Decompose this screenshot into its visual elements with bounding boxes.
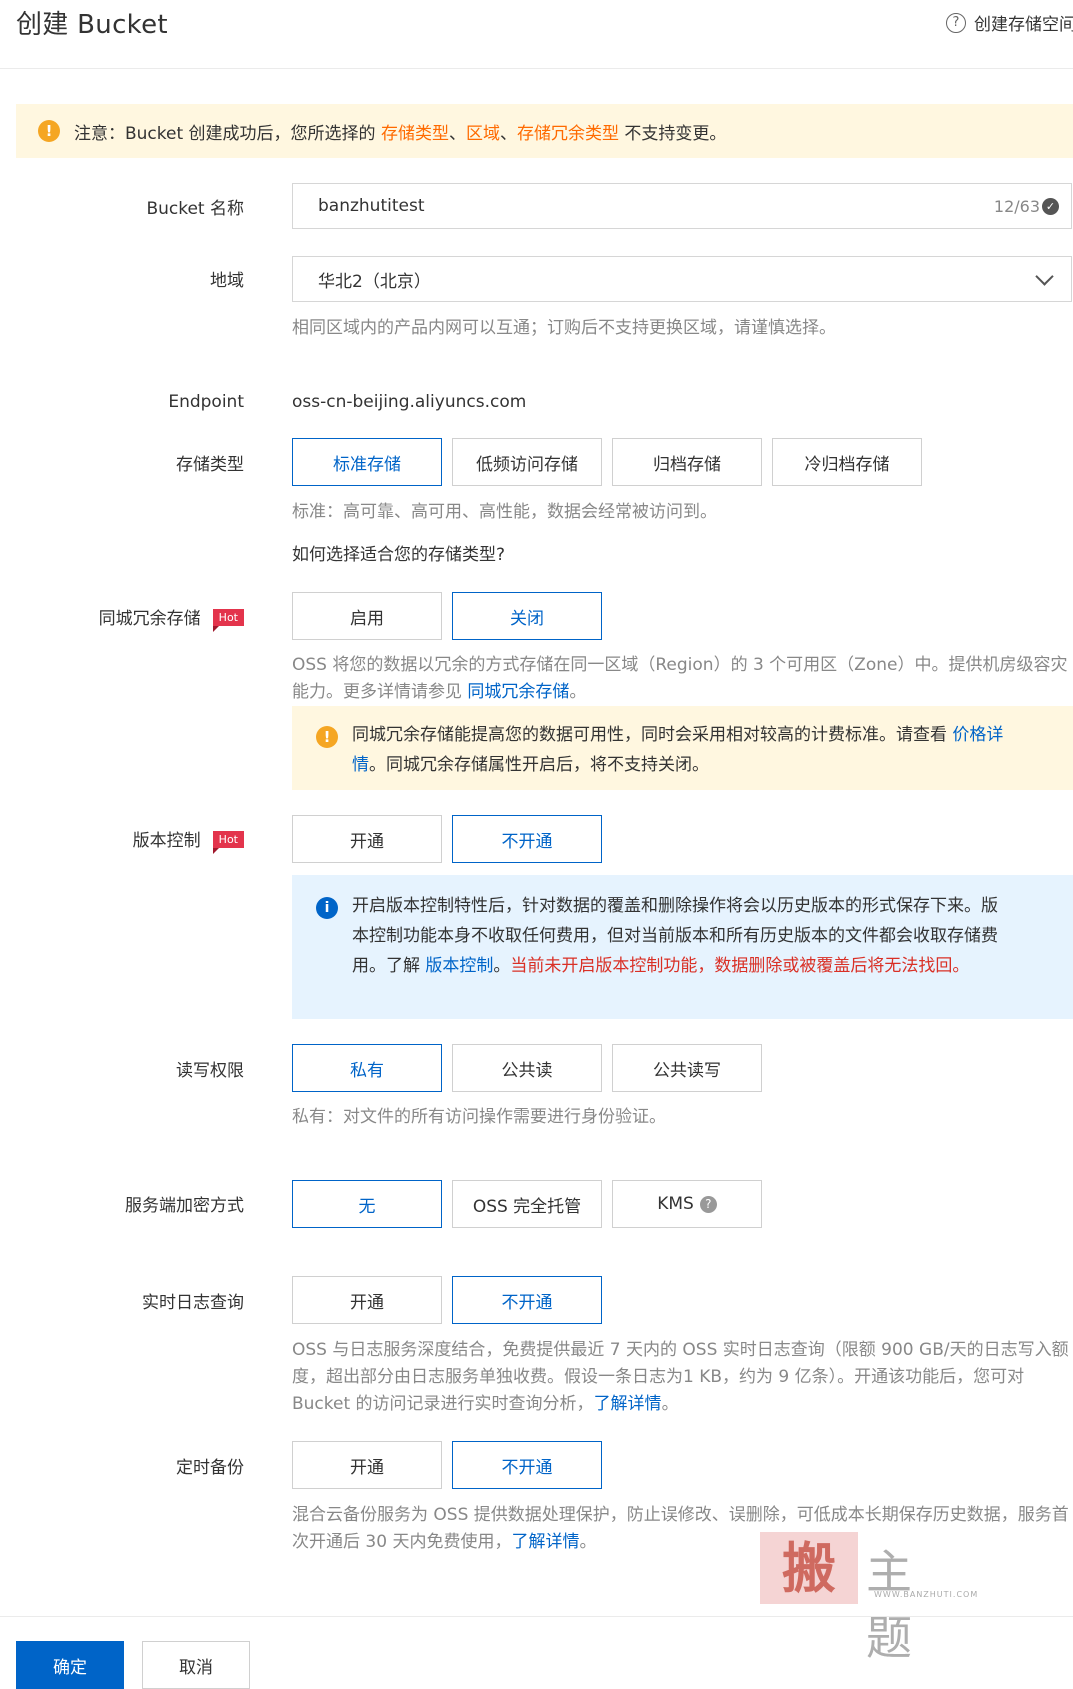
- notice-highlight-storage-class: 存储类型: [380, 123, 449, 144]
- endpoint-value: oss-cn-beijing.aliyuncs.com: [292, 392, 527, 412]
- backup-enable[interactable]: 开通: [292, 1441, 442, 1489]
- watermark-seal: 搬: [760, 1532, 858, 1604]
- backup-options: 开通 不开通: [292, 1441, 612, 1489]
- notice-banner: ! 注意：Bucket 创建成功后，您所选择的 存储类型、区域、存储冗余类型 不…: [16, 104, 1073, 158]
- page-title: 创建 Bucket: [16, 10, 168, 40]
- backup-disable[interactable]: 不开通: [452, 1441, 602, 1489]
- versioning-label: 版本控制 Hot: [16, 826, 244, 854]
- realtime-log-hint: OSS 与日志服务深度结合，免费提供最近 7 天内的 OSS 实时日志查询（限额…: [292, 1340, 1069, 1414]
- region-value: 华北2（北京）: [318, 271, 431, 292]
- storage-class-standard[interactable]: 标准存储: [292, 438, 442, 486]
- encryption-label: 服务端加密方式: [125, 1196, 244, 1216]
- confirm-button[interactable]: 确定: [16, 1641, 124, 1689]
- watermark-logo: 搬 主题 WWW.BANZHUTI.COM: [760, 1532, 990, 1665]
- realtime-log-label: 实时日志查询: [142, 1293, 244, 1313]
- region-label: 地域: [210, 271, 244, 291]
- acl-private[interactable]: 私有: [292, 1044, 442, 1092]
- help-label: 创建存储空间: [974, 15, 1073, 35]
- versioning-doc-link[interactable]: 版本控制: [425, 956, 493, 976]
- realtime-log-enable[interactable]: 开通: [292, 1276, 442, 1324]
- zrs-options: 启用 关闭: [292, 592, 612, 640]
- zrs-disable[interactable]: 关闭: [452, 592, 602, 640]
- bucket-name-count: 12/63: [993, 196, 1040, 216]
- zrs-doc-link[interactable]: 同城冗余存储: [467, 682, 569, 702]
- notice-highlight-redundancy: 存储冗余类型: [516, 123, 619, 144]
- encryption-kms[interactable]: KMS?: [612, 1180, 762, 1228]
- warning-icon: !: [38, 120, 60, 142]
- chevron-down-icon: [1035, 266, 1054, 286]
- realtime-log-doc-link[interactable]: 了解详情: [594, 1394, 662, 1414]
- bucket-name-value: banzhutitest: [318, 196, 425, 216]
- cancel-button[interactable]: 取消: [142, 1641, 250, 1689]
- region-select[interactable]: 华北2（北京）: [292, 256, 1072, 302]
- storage-class-hint: 标准：高可靠、高可用、高性能，数据会经常被访问到。: [292, 502, 717, 522]
- zrs-label: 同城冗余存储 Hot: [16, 604, 244, 632]
- footer-divider: [0, 1616, 1073, 1617]
- storage-class-options: 标准存储 低频访问存储 归档存储 冷归档存储: [292, 438, 932, 486]
- question-icon[interactable]: ?: [699, 1195, 717, 1213]
- versioning-enable[interactable]: 开通: [292, 815, 442, 863]
- warning-icon: !: [316, 726, 338, 748]
- versioning-options: 开通 不开通: [292, 815, 612, 863]
- storage-class-archive[interactable]: 归档存储: [612, 438, 762, 486]
- encryption-oss-managed[interactable]: OSS 完全托管: [452, 1180, 602, 1228]
- acl-options: 私有 公共读 公共读写: [292, 1044, 772, 1092]
- page-header: 创建 Bucket ? 创建存储空间: [0, 0, 1073, 69]
- versioning-warning-text: 当前未开启版本控制功能，数据删除或被覆盖后将无法找回。: [510, 956, 970, 976]
- help-link[interactable]: ? 创建存储空间: [946, 10, 1073, 35]
- acl-public-read[interactable]: 公共读: [452, 1044, 602, 1092]
- realtime-log-disable[interactable]: 不开通: [452, 1276, 602, 1324]
- notice-highlight-region: 区域: [465, 123, 500, 144]
- endpoint-label: Endpoint: [168, 392, 244, 412]
- bucket-name-input[interactable]: banzhutitest 12/63 ✓: [292, 183, 1072, 229]
- backup-doc-link[interactable]: 了解详情: [511, 1532, 579, 1552]
- versioning-info-box: i 开启版本控制特性后，针对数据的覆盖和删除操作将会以历史版本的形式保存下来。版…: [292, 875, 1073, 1019]
- realtime-log-options: 开通 不开通: [292, 1276, 612, 1324]
- storage-class-label: 存储类型: [176, 455, 244, 475]
- acl-public-read-write[interactable]: 公共读写: [612, 1044, 762, 1092]
- notice-text: 注意：Bucket 创建成功后，您所选择的 存储类型、区域、存储冗余类型 不支持…: [74, 123, 727, 144]
- watermark-url: WWW.BANZHUTI.COM: [874, 1590, 979, 1599]
- zrs-enable[interactable]: 启用: [292, 592, 442, 640]
- bucket-name-label: Bucket 名称: [146, 199, 244, 219]
- question-circle-icon: ?: [946, 12, 966, 33]
- info-icon: i: [316, 897, 338, 919]
- hot-badge: Hot: [212, 609, 244, 632]
- watermark-text: 主题: [866, 1545, 930, 1665]
- versioning-disable[interactable]: 不开通: [452, 815, 602, 863]
- encryption-none[interactable]: 无: [292, 1180, 442, 1228]
- region-hint: 相同区域内的产品内网可以互通；订购后不支持更换区域，请谨慎选择。: [292, 318, 836, 338]
- storage-class-help-link[interactable]: 如何选择适合您的存储类型?: [292, 540, 505, 565]
- check-circle-icon: ✓: [1042, 197, 1059, 215]
- encryption-options: 无 OSS 完全托管 KMS?: [292, 1180, 772, 1228]
- hot-badge: Hot: [212, 831, 244, 854]
- zrs-hint: OSS 将您的数据以冗余的方式存储在同一区域（Region）的 3 个可用区（Z…: [292, 655, 1068, 702]
- backup-label: 定时备份: [176, 1458, 244, 1478]
- acl-label: 读写权限: [176, 1061, 244, 1081]
- acl-hint: 私有：对文件的所有访问操作需要进行身份验证。: [292, 1107, 666, 1127]
- storage-class-cold-archive[interactable]: 冷归档存储: [772, 438, 922, 486]
- zrs-warning-box: ! 同城冗余存储能提高您的数据可用性，同时会采用相对较高的计费标准。请查看 价格…: [292, 706, 1073, 790]
- storage-class-ia[interactable]: 低频访问存储: [452, 438, 602, 486]
